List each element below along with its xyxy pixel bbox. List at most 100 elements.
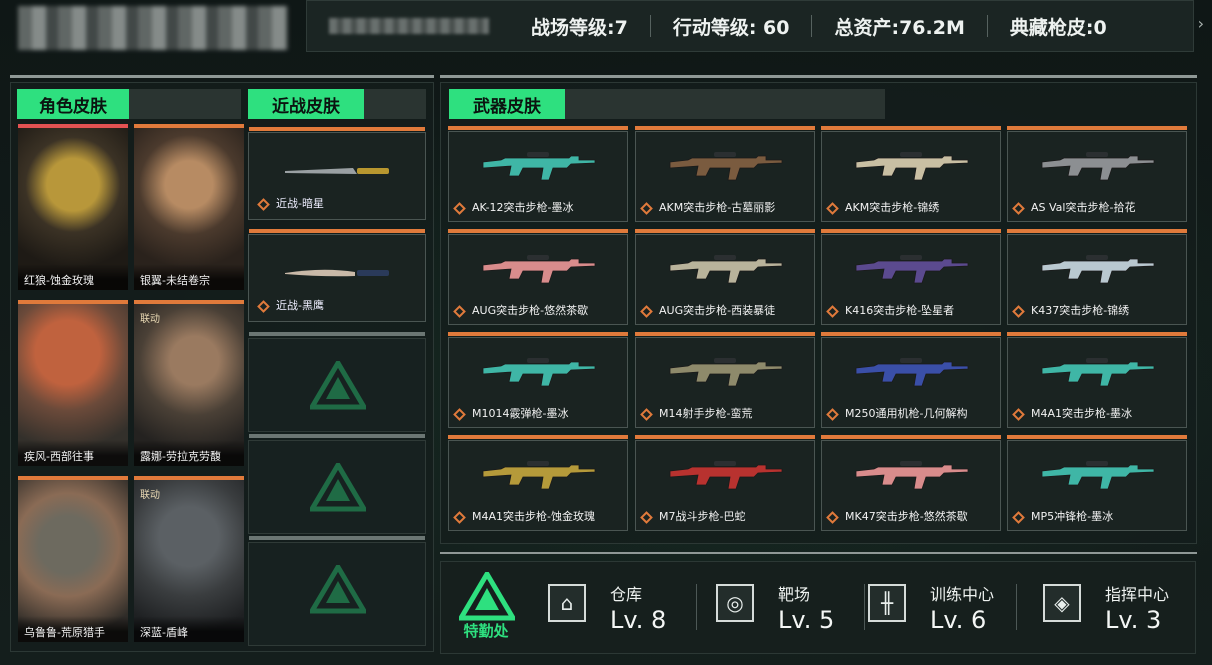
rarity-bar [1007, 435, 1187, 439]
warehouse-icon[interactable]: ⌂ [548, 584, 586, 622]
weapon-skin-card[interactable]: AUG突击步枪-悠然茶歇 [448, 229, 628, 325]
character-skin-name: 露娜-劳拉克劳馥 [134, 440, 244, 466]
rifle-icon [669, 358, 783, 387]
weapon-skin-card[interactable]: K416突击步枪-坠星者 [821, 229, 1001, 325]
weapon-skin-card[interactable]: AUG突击步枪-西装暴徒 [635, 229, 815, 325]
weapon-skin-card[interactable]: AKM突击步枪-古墓丽影 [635, 126, 815, 222]
rarity-icon [640, 510, 653, 524]
player-name-blurred [18, 6, 288, 50]
melee-skin-name: 近战-黑鹰 [257, 297, 324, 313]
tab-melee-skins[interactable]: 近战皮肤 [248, 89, 364, 119]
placeholder-logo-icon [310, 565, 366, 614]
character-skin-name: 红狼-蚀金玫瑰 [18, 264, 128, 290]
character-skin-card[interactable]: 银翼-未结卷宗 [134, 124, 244, 290]
weapon-skin-label: K416突击步枪-坠星者 [845, 304, 955, 317]
action-level: 行动等级: 60 [672, 16, 790, 39]
rifle-icon [855, 152, 969, 181]
weapon-skin-label: M4A1突击步枪-墨冰 [1031, 407, 1132, 420]
weapon-skin-card[interactable]: M1014霰弹枪-墨冰 [448, 332, 628, 428]
rarity-bar [635, 332, 815, 336]
chevron-right-icon[interactable]: › [1198, 14, 1204, 33]
facility-name: 仓库 [610, 585, 643, 604]
character-skin-card[interactable]: 疾风-西部往事 [18, 300, 128, 466]
weapon-skin-name: AUG突击步枪-西装暴徒 [640, 302, 776, 318]
rarity-bar [635, 126, 815, 130]
weapon-skin-name: M14射手步枪-蛮荒 [640, 405, 752, 421]
rarity-icon [826, 201, 839, 215]
weapon-skin-card[interactable]: MP5冲锋枪-墨冰 [1007, 435, 1187, 531]
weapon-skin-card[interactable]: M7战斗步枪-巴蛇 [635, 435, 815, 531]
header: 战场等级:7 行动等级: 60 总资产:76.2M 典藏枪皮:0 › [0, 0, 1212, 62]
character-skin-card[interactable]: 联动 深蓝-盾峰 [134, 476, 244, 642]
weapon-skin-label: M4A1突击步枪-蚀金玫瑰 [472, 510, 595, 523]
weapon-skin-card[interactable]: M4A1突击步枪-墨冰 [1007, 332, 1187, 428]
weapon-skin-card[interactable]: AS Val突击步枪-拾花 [1007, 126, 1187, 222]
dumbbell-icon-glyph: ╫ [880, 591, 894, 615]
weapon-skin-card[interactable]: MK47突击步枪-悠然茶歇 [821, 435, 1001, 531]
weapon-skin-name: M250通用机枪-几何解构 [826, 405, 968, 421]
rarity-icon [453, 304, 466, 318]
character-skin-card[interactable]: 乌鲁鲁-荒原猎手 [18, 476, 128, 642]
tab-weapon-skins[interactable]: 武器皮肤 [449, 89, 565, 119]
tab-character-skins[interactable]: 角色皮肤 [17, 89, 129, 119]
weapon-skin-label: AUG突击步枪-西装暴徒 [659, 304, 776, 317]
hq-logo-icon [459, 572, 515, 621]
weapon-skin-name: AK-12突击步枪-墨冰 [453, 199, 574, 215]
rarity-icon [1012, 510, 1025, 524]
weapon-skin-label: AS Val突击步枪-拾花 [1031, 201, 1136, 214]
empty-melee-slot [248, 332, 426, 432]
rarity-bar [448, 229, 628, 233]
rarity-icon [257, 197, 270, 211]
target-icon[interactable]: ◎ [716, 584, 754, 622]
weapon-skin-card[interactable]: AKM突击步枪-锦绣 [821, 126, 1001, 222]
weapon-skin-name: M7战斗步枪-巴蛇 [640, 508, 745, 524]
placeholder-logo-icon [310, 361, 366, 410]
weapon-skin-card[interactable]: M4A1突击步枪-蚀金玫瑰 [448, 435, 628, 531]
slot-bar [249, 434, 425, 438]
rarity-icon [453, 201, 466, 215]
rifle-icon [1041, 152, 1155, 181]
weapon-skin-card[interactable]: M250通用机枪-几何解构 [821, 332, 1001, 428]
melee-skin-name: 近战-暗星 [257, 195, 324, 211]
rifle-icon [482, 358, 596, 387]
facility-level: Lv. 5 [778, 606, 835, 634]
melee-skin-card[interactable]: 近战-黑鹰 [248, 229, 426, 322]
knife-icon [285, 168, 389, 174]
facility-name: 靶场 [778, 585, 811, 604]
character-skin-name: 疾风-西部往事 [18, 440, 128, 466]
weapon-skin-name: M4A1突击步枪-蚀金玫瑰 [453, 508, 595, 524]
weapon-skin-name: K437突击步枪-锦绣 [1012, 302, 1129, 318]
player-id-blurred [329, 18, 489, 34]
rarity-icon [257, 299, 270, 313]
rarity-bar [249, 127, 425, 131]
weapon-skin-card[interactable]: M14射手步枪-蛮荒 [635, 332, 815, 428]
weapon-skin-name: MP5冲锋枪-墨冰 [1012, 508, 1113, 524]
rifle-icon [855, 358, 969, 387]
weapon-skin-card[interactable]: AK-12突击步枪-墨冰 [448, 126, 628, 222]
rarity-bar [448, 435, 628, 439]
weapon-skin-name: AKM突击步枪-锦绣 [826, 199, 939, 215]
character-skin-card[interactable]: 联动 露娜-劳拉克劳馥 [134, 300, 244, 466]
slot-bar [249, 332, 425, 336]
placeholder-logo-icon [310, 463, 366, 512]
dumbbell-icon[interactable]: ╫ [868, 584, 906, 622]
tab-filler [364, 89, 426, 119]
facility-level: Lv. 3 [1105, 606, 1162, 634]
rifle-icon [1041, 255, 1155, 284]
command-icon-glyph: ◈ [1054, 591, 1070, 615]
collab-badge: 联动 [140, 490, 160, 501]
weapon-skin-card[interactable]: K437突击步枪-锦绣 [1007, 229, 1187, 325]
rarity-icon [1012, 201, 1025, 215]
target-icon-glyph: ◎ [726, 591, 744, 615]
weapon-skin-label: M250通用机枪-几何解构 [845, 407, 968, 420]
rarity-bar [1007, 229, 1187, 233]
character-skin-card[interactable]: 红狼-蚀金玫瑰 [18, 124, 128, 290]
facility-divider [864, 584, 865, 630]
rifle-icon [669, 461, 783, 490]
melee-skin-card[interactable]: 近战-暗星 [248, 127, 426, 220]
weapon-skin-label: MK47突击步枪-悠然茶歇 [845, 510, 968, 523]
rarity-icon [1012, 304, 1025, 318]
rifle-icon [1041, 461, 1155, 490]
facility-divider [696, 584, 697, 630]
command-icon[interactable]: ◈ [1043, 584, 1081, 622]
